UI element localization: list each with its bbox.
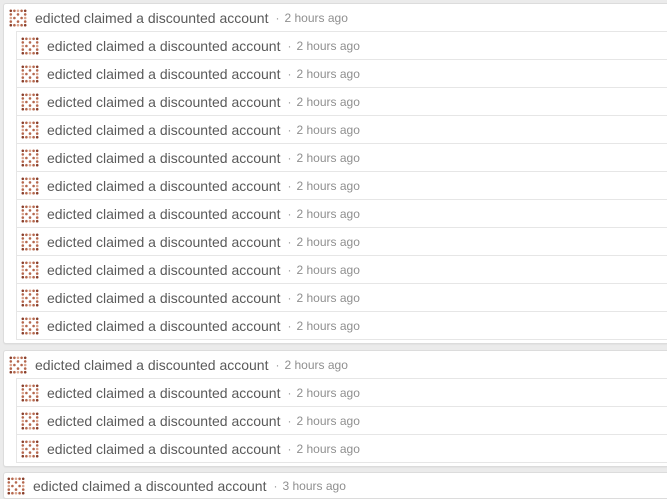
activity-item[interactable]: edicted claimed a discounted account · 2 h… [16, 199, 667, 227]
activity-timestamp: 3 hours ago [282, 478, 346, 493]
identicon-avatar-icon[interactable] [21, 37, 39, 55]
identicon-avatar-icon[interactable] [9, 9, 27, 27]
activity-item[interactable]: edicted claimed a discounted account · 2 h… [16, 115, 667, 143]
activity-item[interactable]: edicted claimed a discounted account · 2 h… [16, 255, 667, 283]
identicon-avatar-icon[interactable] [21, 261, 39, 279]
activity-timestamp: 2 hours ago [296, 234, 360, 249]
activity-text[interactable]: edicted claimed a discounted account [47, 318, 280, 334]
activity-text[interactable]: edicted claimed a discounted account [47, 206, 280, 222]
separator-dot: · [287, 206, 292, 221]
activity-timestamp: 2 hours ago [296, 94, 360, 109]
separator-dot: · [287, 262, 292, 277]
identicon-avatar-icon[interactable] [7, 477, 25, 495]
identicon-avatar-icon[interactable] [21, 289, 39, 307]
activity-text[interactable]: edicted claimed a discounted account [47, 122, 280, 138]
activity-timestamp: 2 hours ago [296, 178, 360, 193]
activity-item[interactable]: edicted claimed a discounted account · 2 h… [16, 171, 667, 199]
separator-dot: · [287, 122, 292, 137]
activity-group: edicted claimed a discounted account · 2… [3, 350, 667, 467]
separator-dot: · [287, 413, 292, 428]
separator-dot: · [287, 178, 292, 193]
identicon-avatar-icon[interactable] [21, 412, 39, 430]
activity-group-children: edicted claimed a discounted account · 2 h… [4, 378, 667, 463]
separator-dot: · [275, 357, 280, 372]
activity-item[interactable]: edicted claimed a discounted account · 2 h… [16, 378, 667, 406]
activity-text[interactable]: edicted claimed a discounted account [47, 441, 280, 457]
activity-timestamp: 2 hours ago [296, 413, 360, 428]
identicon-avatar-icon[interactable] [21, 177, 39, 195]
activity-timestamp: 2 hours ago [296, 318, 360, 333]
activity-text[interactable]: edicted claimed a discounted account [47, 178, 280, 194]
activity-timestamp: 2 hours ago [296, 290, 360, 305]
identicon-avatar-icon[interactable] [9, 356, 27, 374]
identicon-avatar-icon[interactable] [21, 384, 39, 402]
separator-dot: · [287, 150, 292, 165]
activity-item[interactable]: edicted claimed a discounted account · 2 h… [16, 59, 667, 87]
activity-timestamp: 2 hours ago [296, 66, 360, 81]
activity-item[interactable]: edicted claimed a discounted account · 2 h… [16, 227, 667, 255]
separator-dot: · [273, 478, 278, 493]
identicon-avatar-icon[interactable] [21, 93, 39, 111]
activity-text[interactable]: edicted claimed a discounted account [47, 234, 280, 250]
activity-timestamp: 2 hours ago [296, 262, 360, 277]
activity-group-header[interactable]: edicted claimed a discounted account · 2… [4, 351, 667, 378]
separator-dot: · [287, 318, 292, 333]
separator-dot: · [287, 234, 292, 249]
activity-text[interactable]: edicted claimed a discounted account [47, 262, 280, 278]
activity-timestamp: 2 hours ago [284, 10, 348, 25]
activity-group: edicted claimed a discounted account · 2… [3, 3, 667, 344]
activity-text[interactable]: edicted claimed a discounted account [47, 413, 280, 429]
activity-text[interactable]: edicted claimed a discounted account [47, 290, 280, 306]
separator-dot: · [287, 290, 292, 305]
activity-group-header[interactable]: edicted claimed a discounted account · 2… [4, 4, 667, 31]
separator-dot: · [287, 38, 292, 53]
activity-item[interactable]: edicted claimed a discounted account · 2 h… [16, 311, 667, 340]
activity-item[interactable]: edicted claimed a discounted account · 2 h… [16, 31, 667, 59]
separator-dot: · [275, 10, 280, 25]
activity-item[interactable]: edicted claimed a discounted account · 2 h… [16, 283, 667, 311]
identicon-avatar-icon[interactable] [21, 233, 39, 251]
activity-timestamp: 2 hours ago [284, 357, 348, 372]
activity-feed: edicted claimed a discounted account · 2… [0, 3, 667, 499]
separator-dot: · [287, 66, 292, 81]
activity-timestamp: 2 hours ago [296, 206, 360, 221]
identicon-avatar-icon[interactable] [21, 317, 39, 335]
activity-item[interactable]: edicted claimed a discounted account · 2 h… [16, 434, 667, 463]
activity-text[interactable]: edicted claimed a discounted account [47, 150, 280, 166]
activity-text[interactable]: edicted claimed a discounted account [33, 478, 266, 494]
identicon-avatar-icon[interactable] [21, 65, 39, 83]
activity-timestamp: 2 hours ago [296, 150, 360, 165]
identicon-avatar-icon[interactable] [21, 440, 39, 458]
separator-dot: · [287, 441, 292, 456]
activity-text[interactable]: edicted claimed a discounted account [47, 38, 280, 54]
activity-text[interactable]: edicted claimed a discounted account [47, 66, 280, 82]
activity-text[interactable]: edicted claimed a discounted account [35, 357, 268, 373]
activity-timestamp: 2 hours ago [296, 38, 360, 53]
activity-text[interactable]: edicted claimed a discounted account [35, 10, 268, 26]
activity-group-header[interactable]: edicted claimed a discounted account · 3… [4, 473, 667, 498]
activity-text[interactable]: edicted claimed a discounted account [47, 385, 280, 401]
separator-dot: · [287, 385, 292, 400]
activity-timestamp: 2 hours ago [296, 122, 360, 137]
activity-item[interactable]: edicted claimed a discounted account · 2 h… [16, 143, 667, 171]
identicon-avatar-icon[interactable] [21, 121, 39, 139]
activity-timestamp: 2 hours ago [296, 385, 360, 400]
activity-item[interactable]: edicted claimed a discounted account · 2 h… [16, 87, 667, 115]
activity-timestamp: 2 hours ago [296, 441, 360, 456]
identicon-avatar-icon[interactable] [21, 205, 39, 223]
separator-dot: · [287, 94, 292, 109]
activity-text[interactable]: edicted claimed a discounted account [47, 94, 280, 110]
activity-group-children: edicted claimed a discounted account · 2 h… [4, 31, 667, 340]
activity-item[interactable]: edicted claimed a discounted account · 2 h… [16, 406, 667, 434]
identicon-avatar-icon[interactable] [21, 149, 39, 167]
